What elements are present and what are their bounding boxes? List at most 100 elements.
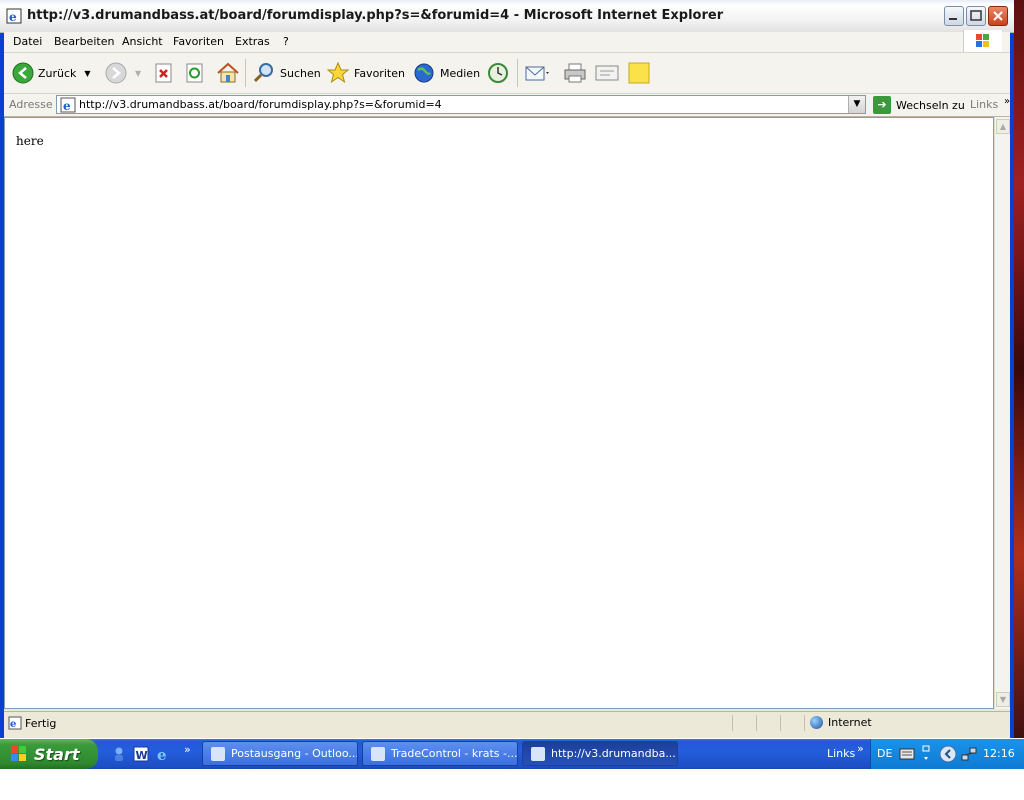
back-arrow-icon [12,62,34,84]
task-label: http://v3.drumandba... [551,747,676,760]
page-content[interactable]: here [4,117,994,709]
security-zone[interactable]: Internet [810,716,872,729]
print-button[interactable] [562,59,588,87]
search-button[interactable]: Suchen [252,59,321,87]
restore-icon[interactable] [921,744,931,764]
toolbar-separator [245,59,246,87]
edit-button[interactable] [594,59,620,87]
home-button[interactable] [216,59,240,87]
svg-text:e: e [9,10,17,24]
taskbar: Start W e » Postausgang - Outloo... Trad… [0,739,1024,769]
forward-dropdown-icon[interactable]: ▼ [135,69,141,78]
history-button[interactable] [486,59,510,87]
back-dropdown-icon[interactable]: ▼ [84,69,90,78]
menu-help[interactable]: ? [283,35,289,48]
minimize-icon [949,18,957,20]
browser-window: e http://v3.drumandbass.at/board/forumdi… [0,0,1014,738]
back-label: Zurück [38,66,77,80]
clock: 12:16 [983,747,1015,760]
toolbar: Zurück ▼ ▼ Suchen Favoriten Medien [4,53,1010,94]
status-bar: e Fertig Internet [4,711,1010,734]
keyboard-icon[interactable] [899,748,915,760]
messenger-button[interactable] [626,59,652,87]
stop-button[interactable] [154,59,174,87]
menu-bearbeiten[interactable]: Bearbeiten [54,35,114,48]
windows-logo-icon [963,30,1002,52]
page-icon: e [60,97,76,113]
globe-icon [810,716,823,729]
quicklaunch-chevron-icon[interactable]: » [184,743,191,756]
printer-icon [564,63,586,83]
mail-icon [525,66,549,81]
quicklaunch-ie-icon[interactable]: e [156,746,172,762]
window-title: http://v3.drumandbass.at/board/forumdisp… [27,8,724,23]
chevron-icon[interactable]: » [1004,96,1010,107]
edit-icon [595,65,619,81]
ie-icon: e [6,8,22,24]
task-button-outlook[interactable]: Postausgang - Outloo... [202,741,358,766]
ie-task-icon [531,746,545,761]
screen-margin [0,769,1024,800]
search-icon [253,63,273,83]
taskbar-links-chevron-icon[interactable]: » [857,742,864,755]
page-text: here [16,134,44,148]
favorites-label: Favoriten [354,66,405,80]
status-text: Fertig [25,717,57,730]
minimize-button[interactable] [944,6,964,26]
favorites-button[interactable]: Favoriten [326,59,405,87]
status-pane [756,715,757,731]
outlook-icon [211,746,225,761]
tray-expand-icon[interactable] [939,745,957,763]
links-label[interactable]: Links [970,98,998,111]
address-bar: Adresse e http://v3.drumandbass.at/board… [4,94,1010,117]
close-icon [993,11,1003,21]
home-icon [217,62,239,83]
star-icon [326,62,350,84]
go-arrow-icon: ➔ [873,96,891,114]
media-button[interactable]: Medien [412,59,480,87]
stop-icon [155,63,172,83]
forward-arrow-icon [105,62,127,84]
status-page-icon: e [8,716,22,730]
quicklaunch-person-icon[interactable] [111,746,127,762]
maximize-button[interactable] [966,6,986,26]
quicklaunch-word-icon[interactable]: W [133,746,149,762]
address-label: Adresse [9,98,53,111]
network-icon[interactable] [961,746,977,762]
menu-favoriten[interactable]: Favoriten [173,35,224,48]
address-url: http://v3.drumandbass.at/board/forumdisp… [79,98,442,111]
system-tray: DE 12:16 [870,739,1024,769]
task-button-browser[interactable]: http://v3.drumandba... [522,741,678,766]
go-button[interactable]: ➔ Wechseln zu [873,96,965,114]
svg-text:e: e [157,746,167,762]
address-input[interactable]: e http://v3.drumandbass.at/board/forumdi… [56,95,866,114]
language-indicator[interactable]: DE [877,747,892,760]
taskbar-links-label[interactable]: Links [827,747,855,760]
status-pane [732,715,733,731]
windows-flag-icon [11,746,26,761]
menu-extras[interactable]: Extras [235,35,270,48]
scroll-down-icon[interactable]: ▼ [996,692,1010,707]
search-label: Suchen [280,66,321,80]
task-label: TradeControl - krats -... [391,747,518,760]
maximize-icon [970,10,982,21]
task-button-tradecontrol[interactable]: TradeControl - krats -... [362,741,518,766]
svg-text:e: e [10,719,16,730]
menu-bar: Datei Bearbeiten Ansicht Favoriten Extra… [4,30,1010,53]
menu-datei[interactable]: Datei [13,35,42,48]
vertical-scrollbar[interactable]: ▲ ▼ [994,117,1010,709]
svg-text:e: e [63,99,71,113]
menu-ansicht[interactable]: Ansicht [122,35,163,48]
mail-button[interactable] [524,59,550,87]
status-pane [804,715,805,731]
start-button[interactable]: Start [0,739,98,769]
zone-label: Internet [828,716,872,729]
address-dropdown-icon[interactable]: ▼ [848,96,865,113]
scroll-up-icon[interactable]: ▲ [996,119,1010,134]
back-button[interactable]: Zurück ▼ [12,59,91,87]
history-icon [488,63,508,83]
close-button[interactable] [988,6,1008,26]
refresh-button[interactable] [185,59,205,87]
title-bar[interactable]: e http://v3.drumandbass.at/board/forumdi… [0,0,1014,33]
forward-button[interactable]: ▼ [105,59,141,87]
